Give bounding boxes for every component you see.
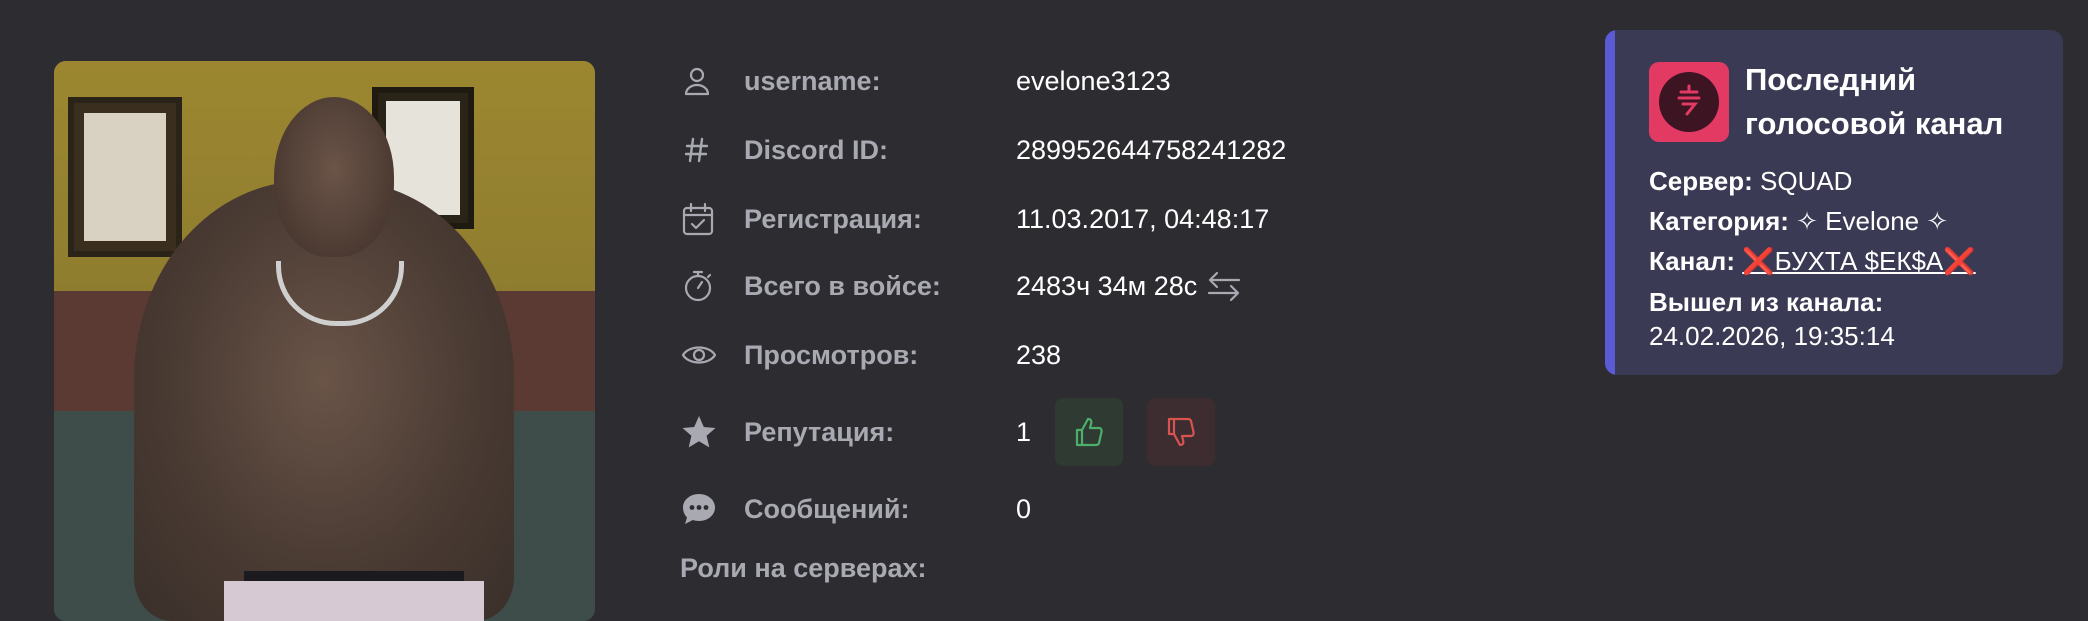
voice-time-text: 2483ч 34м 28с <box>1016 270 1198 301</box>
voice-time-value: 2483ч 34м 28с <box>1016 269 1243 303</box>
views-value: 238 <box>1016 339 1062 370</box>
info-row-voice-time: Всего в войсе: 2483ч 34м 28с <box>680 266 1241 306</box>
messages-value: 0 <box>1016 493 1032 524</box>
card-title: Последний голосовой канал <box>1745 62 2004 141</box>
roles-section-title: Роли на серверах: <box>680 553 927 583</box>
card-left-label-line: Вышел из канала: <box>1649 287 1883 318</box>
card-channel-line: Канал: ❌БУХТА $ЕК$А❌ <box>1649 246 1976 277</box>
reputation-count: 1 <box>1016 416 1032 447</box>
info-row-discord-id: Discord ID: 289952644758241282 <box>680 130 1286 170</box>
username-label: username: <box>744 65 881 96</box>
channel-name: БУХТА $ЕК$А <box>1774 246 1944 276</box>
server-label: Сервер: <box>1649 166 1753 196</box>
thumbs-down-icon <box>1167 417 1195 447</box>
hash-icon <box>680 130 724 170</box>
info-row-reputation: Репутация: 1 <box>680 398 1216 466</box>
card-left-value-line: 24.02.2026, 19:35:14 <box>1649 321 1895 352</box>
category-value: ✧ Evelone ✧ <box>1796 206 1949 236</box>
username-value: evelone3123 <box>1016 65 1171 96</box>
last-voice-channel-card: Последний голосовой канал Сервер: SQUAD … <box>1605 30 2063 375</box>
thumbs-up-icon <box>1075 417 1103 447</box>
discord-id-value: 289952644758241282 <box>1016 134 1287 165</box>
registration-value: 11.03.2017, 04:48:17 <box>1016 203 1270 234</box>
left-channel-label: Вышел из канала: <box>1649 287 1884 317</box>
calendar-icon <box>680 199 724 239</box>
card-server-line: Сервер: SQUAD <box>1649 166 1852 197</box>
reputation-label: Репутация: <box>744 416 895 447</box>
views-label: Просмотров: <box>744 339 919 370</box>
stopwatch-icon <box>680 266 724 306</box>
info-row-views: Просмотров: 238 <box>680 335 1061 375</box>
info-row-messages: Сообщений: 0 <box>680 489 1031 529</box>
channel-link[interactable]: ❌БУХТА $ЕК$А❌ <box>1742 246 1975 276</box>
user-icon <box>680 61 724 101</box>
discord-id-label: Discord ID: <box>744 134 889 165</box>
channel-label: Канал: <box>1649 246 1735 276</box>
messages-label: Сообщений: <box>744 493 910 524</box>
profile-avatar <box>54 61 595 621</box>
like-button[interactable] <box>1055 398 1124 466</box>
server-logo <box>1649 62 1729 142</box>
cross-mark-icon: ❌ <box>1943 246 1976 276</box>
category-label: Категория: <box>1649 206 1789 236</box>
left-channel-value: 24.02.2026, 19:35:14 <box>1649 321 1895 351</box>
card-category-line: Категория: ✧ Evelone ✧ <box>1649 206 1948 237</box>
server-value: SQUAD <box>1760 166 1853 196</box>
card-accent-bar <box>1605 30 1615 375</box>
cross-mark-icon: ❌ <box>1742 246 1775 276</box>
swap-arrows-icon[interactable] <box>1205 269 1243 303</box>
registration-label: Регистрация: <box>744 203 922 234</box>
dislike-button[interactable] <box>1147 398 1216 466</box>
eye-icon <box>680 335 724 375</box>
star-icon <box>680 412 724 452</box>
reputation-value: 1 <box>1016 398 1216 466</box>
info-row-registration: Регистрация: 11.03.2017, 04:48:17 <box>680 199 1269 239</box>
chat-bubble-icon <box>680 489 724 529</box>
info-row-username: username: evelone3123 <box>680 61 1171 101</box>
voice-time-label: Всего в войсе: <box>744 270 941 301</box>
